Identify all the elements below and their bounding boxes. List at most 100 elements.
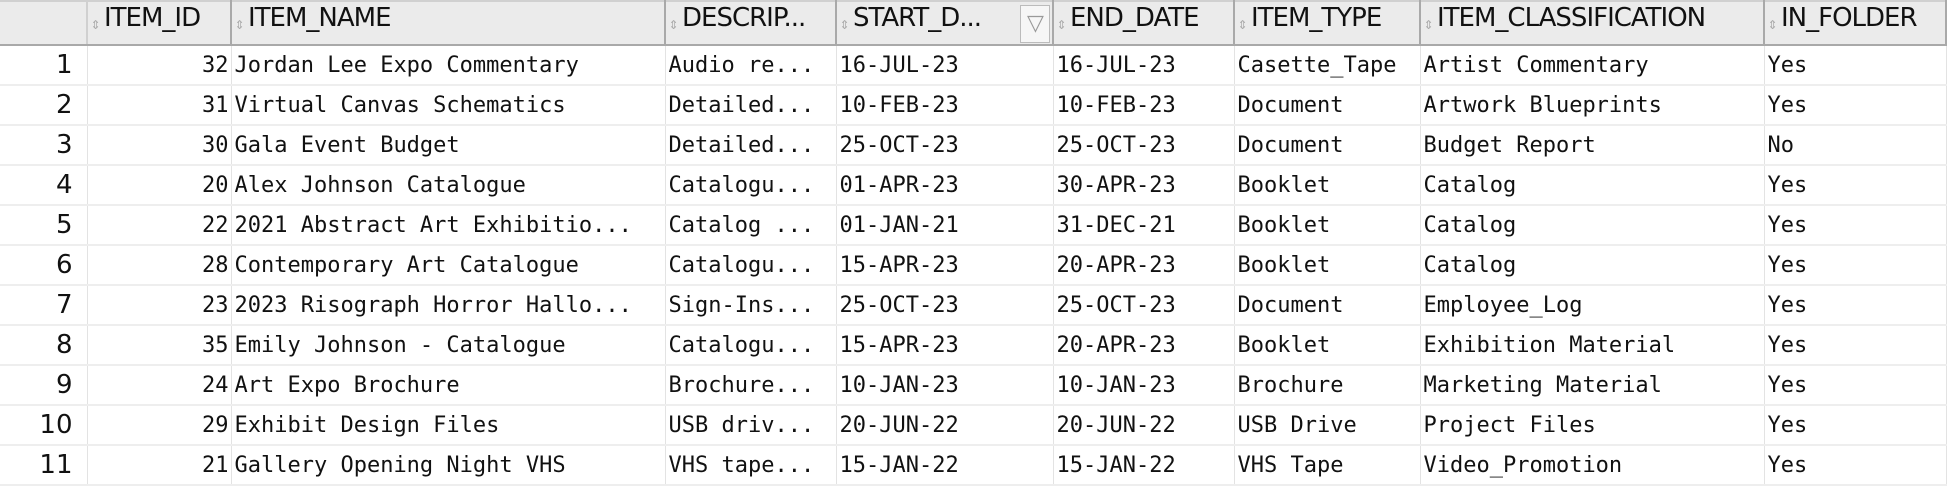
cell-end[interactable]: 30-APR-23 [1053,165,1235,206]
row-number[interactable]: 5 [0,205,88,246]
cell-start[interactable]: 15-JAN-22 [836,445,1054,486]
row-number[interactable]: 4 [0,165,88,206]
cell-end[interactable]: 25-OCT-23 [1053,285,1235,326]
cell-id[interactable]: 31 [87,85,232,126]
row-number[interactable]: 9 [0,365,88,406]
cell-type[interactable]: Casette_Tape [1234,45,1421,86]
table-row[interactable]: 10 29 Exhibit Design Files USB driv... 20-JU… [0,405,1947,446]
cell-end[interactable]: 20-APR-23 [1053,245,1235,286]
cell-folder[interactable]: No [1764,125,1947,166]
cell-desc[interactable]: Catalogu... [665,165,837,206]
table-row[interactable]: 7 23 2023 Risograph Horror Hallo... Sign-In… [0,285,1947,326]
cell-id[interactable]: 23 [87,285,232,326]
cell-cls[interactable]: Exhibition Material [1420,325,1765,366]
cell-folder[interactable]: Yes [1764,245,1947,286]
cell-cls[interactable]: Artwork Blueprints [1420,85,1765,126]
cell-folder[interactable]: Yes [1764,205,1947,246]
column-header-start-d[interactable]: ⇕ START_D... ▽ [836,0,1054,46]
table-row[interactable]: 9 24 Art Expo Brochure Brochure... 10-JAN-23… [0,365,1947,406]
table-row[interactable]: 1 32 Jordan Lee Expo Commentary Audio re...… [0,45,1947,86]
cell-name[interactable]: Art Expo Brochure [231,365,666,406]
cell-folder[interactable]: Yes [1764,85,1947,126]
cell-cls[interactable]: Video_Promotion [1420,445,1765,486]
cell-type[interactable]: Booklet [1234,165,1421,206]
cell-type[interactable]: Booklet [1234,325,1421,366]
cell-start[interactable]: 10-FEB-23 [836,85,1054,126]
cell-end[interactable]: 16-JUL-23 [1053,45,1235,86]
cell-start[interactable]: 10-JAN-23 [836,365,1054,406]
cell-name[interactable]: Virtual Canvas Schematics [231,85,666,126]
cell-name[interactable]: Gallery Opening Night VHS [231,445,666,486]
cell-id[interactable]: 35 [87,325,232,366]
row-number[interactable]: 10 [0,405,88,446]
cell-name[interactable]: 2023 Risograph Horror Hallo... [231,285,666,326]
row-number[interactable]: 3 [0,125,88,166]
table-row[interactable]: 5 22 2021 Abstract Art Exhibitio... Catalog… [0,205,1947,246]
table-row[interactable]: 3 30 Gala Event Budget Detailed... 25-OCT-23… [0,125,1947,166]
cell-end[interactable]: 10-JAN-23 [1053,365,1235,406]
cell-folder[interactable]: Yes [1764,405,1947,446]
column-header-item-classification[interactable]: ⇕ ITEM_CLASSIFICATION [1420,0,1765,46]
cell-desc[interactable]: VHS tape... [665,445,837,486]
cell-id[interactable]: 21 [87,445,232,486]
cell-type[interactable]: Document [1234,85,1421,126]
cell-folder[interactable]: Yes [1764,445,1947,486]
cell-desc[interactable]: Brochure... [665,365,837,406]
table-row[interactable]: 6 28 Contemporary Art Catalogue Catalogu...… [0,245,1947,286]
cell-start[interactable]: 15-APR-23 [836,325,1054,366]
cell-name[interactable]: 2021 Abstract Art Exhibitio... [231,205,666,246]
corner-cell[interactable] [0,0,88,46]
cell-start[interactable]: 15-APR-23 [836,245,1054,286]
row-number[interactable]: 6 [0,245,88,286]
row-number[interactable]: 11 [0,445,88,486]
cell-start[interactable]: 25-OCT-23 [836,125,1054,166]
cell-name[interactable]: Jordan Lee Expo Commentary [231,45,666,86]
cell-end[interactable]: 10-FEB-23 [1053,85,1235,126]
sort-icon[interactable]: ⇕ [1237,19,1247,43]
cell-start[interactable]: 16-JUL-23 [836,45,1054,86]
cell-desc[interactable]: Audio re... [665,45,837,86]
cell-type[interactable]: Booklet [1234,205,1421,246]
cell-name[interactable]: Gala Event Budget [231,125,666,166]
table-row[interactable]: 8 35 Emily Johnson - Catalogue Catalogu... 1… [0,325,1947,366]
cell-start[interactable]: 01-APR-23 [836,165,1054,206]
cell-cls[interactable]: Marketing Material [1420,365,1765,406]
table-row[interactable]: 4 20 Alex Johnson Catalogue Catalogu... 01-A… [0,165,1947,206]
cell-type[interactable]: Document [1234,285,1421,326]
cell-type[interactable]: Booklet [1234,245,1421,286]
column-header-in-folder[interactable]: ⇕ IN_FOLDER [1764,0,1947,46]
sort-icon[interactable]: ⇕ [1767,19,1777,43]
cell-cls[interactable]: Employee_Log [1420,285,1765,326]
cell-end[interactable]: 20-APR-23 [1053,325,1235,366]
cell-id[interactable]: 24 [87,365,232,406]
column-header-item-id[interactable]: ⇕ ITEM_ID [87,0,232,46]
cell-start[interactable]: 25-OCT-23 [836,285,1054,326]
cell-end[interactable]: 25-OCT-23 [1053,125,1235,166]
cell-type[interactable]: VHS Tape [1234,445,1421,486]
sort-icon[interactable]: ⇕ [90,19,100,43]
cell-desc[interactable]: Sign-Ins... [665,285,837,326]
table-row[interactable]: 11 21 Gallery Opening Night VHS VHS tape...… [0,445,1947,486]
cell-id[interactable]: 30 [87,125,232,166]
cell-cls[interactable]: Project Files [1420,405,1765,446]
sort-icon[interactable]: ⇕ [234,19,244,43]
cell-folder[interactable]: Yes [1764,45,1947,86]
row-number[interactable]: 7 [0,285,88,326]
column-header-item-type[interactable]: ⇕ ITEM_TYPE [1234,0,1421,46]
cell-id[interactable]: 29 [87,405,232,446]
column-header-end-date[interactable]: ⇕ END_DATE [1053,0,1235,46]
cell-name[interactable]: Emily Johnson - Catalogue [231,325,666,366]
row-number[interactable]: 1 [0,45,88,86]
cell-start[interactable]: 20-JUN-22 [836,405,1054,446]
sort-icon[interactable]: ⇕ [839,19,849,43]
cell-cls[interactable]: Budget Report [1420,125,1765,166]
column-header-item-name[interactable]: ⇕ ITEM_NAME [231,0,666,46]
cell-id[interactable]: 32 [87,45,232,86]
cell-folder[interactable]: Yes [1764,365,1947,406]
cell-folder[interactable]: Yes [1764,165,1947,206]
sort-icon[interactable]: ⇕ [668,19,678,43]
cell-name[interactable]: Contemporary Art Catalogue [231,245,666,286]
row-number[interactable]: 8 [0,325,88,366]
sort-icon[interactable]: ⇕ [1056,19,1066,43]
cell-end[interactable]: 20-JUN-22 [1053,405,1235,446]
